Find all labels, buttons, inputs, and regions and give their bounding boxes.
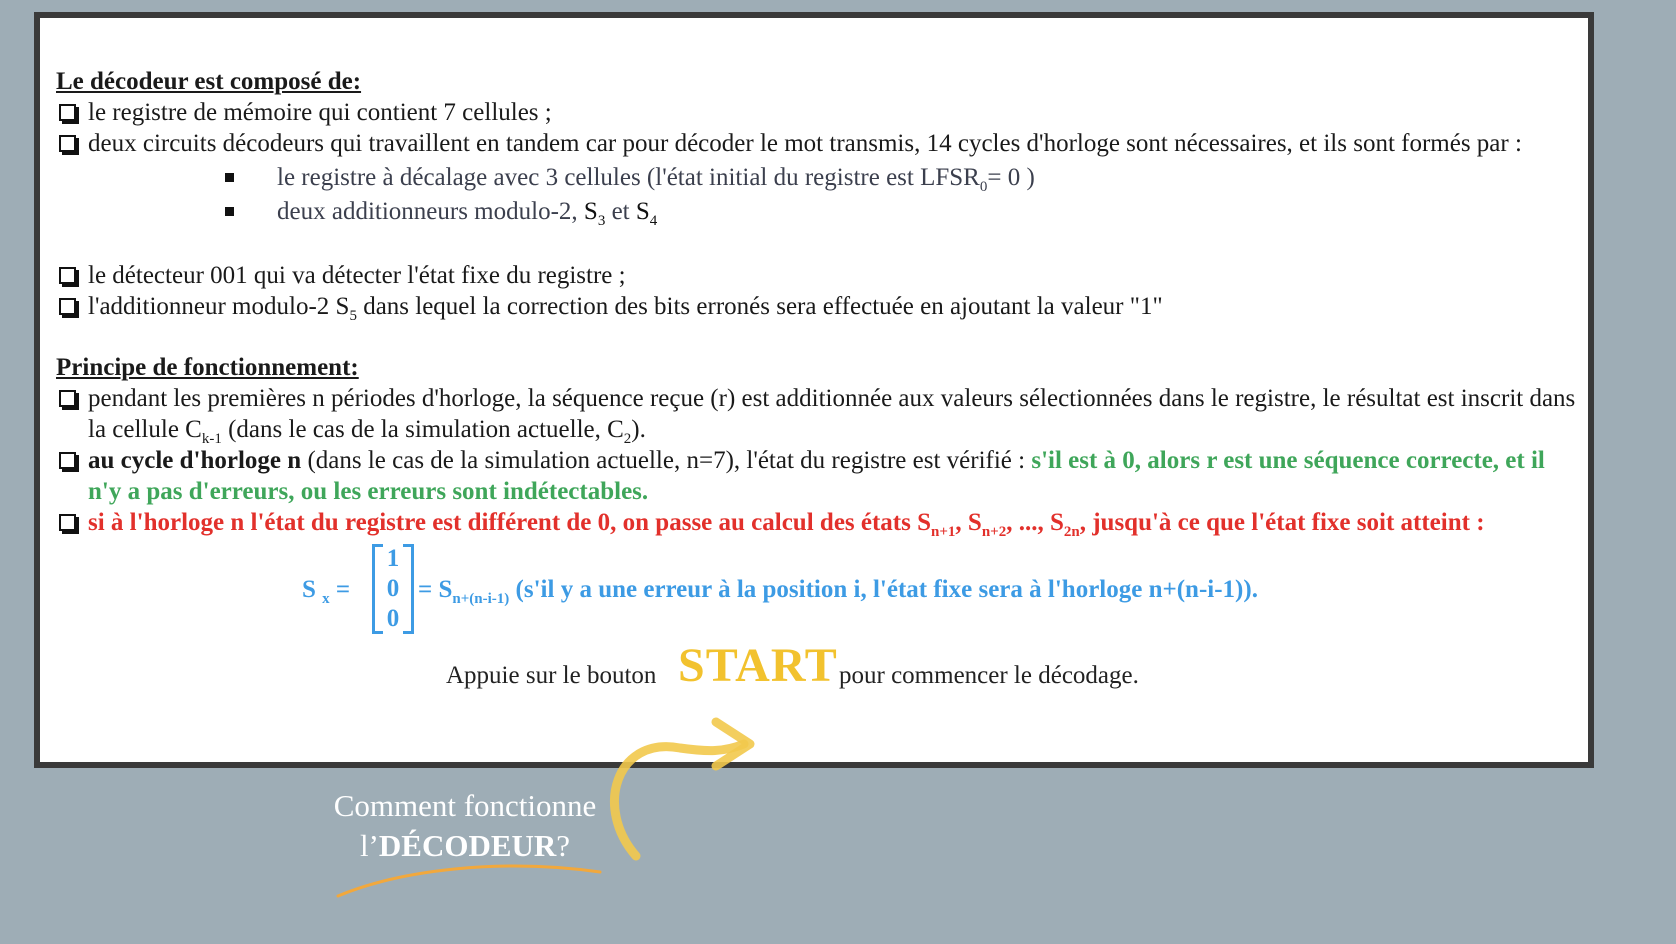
- help-prefix: l’: [359, 828, 379, 863]
- help-decoder-word: DÉCODEUR: [378, 828, 557, 863]
- help-question-mark: ?: [556, 828, 571, 863]
- help-line-2: l’DÉCODEUR?: [300, 826, 630, 866]
- curved-arrow-icon: [336, 717, 755, 898]
- help-line-1: Comment fonctionne: [333, 788, 597, 823]
- how-decoder-works-link[interactable]: Comment fonctionne l’DÉCODEUR?: [300, 786, 630, 866]
